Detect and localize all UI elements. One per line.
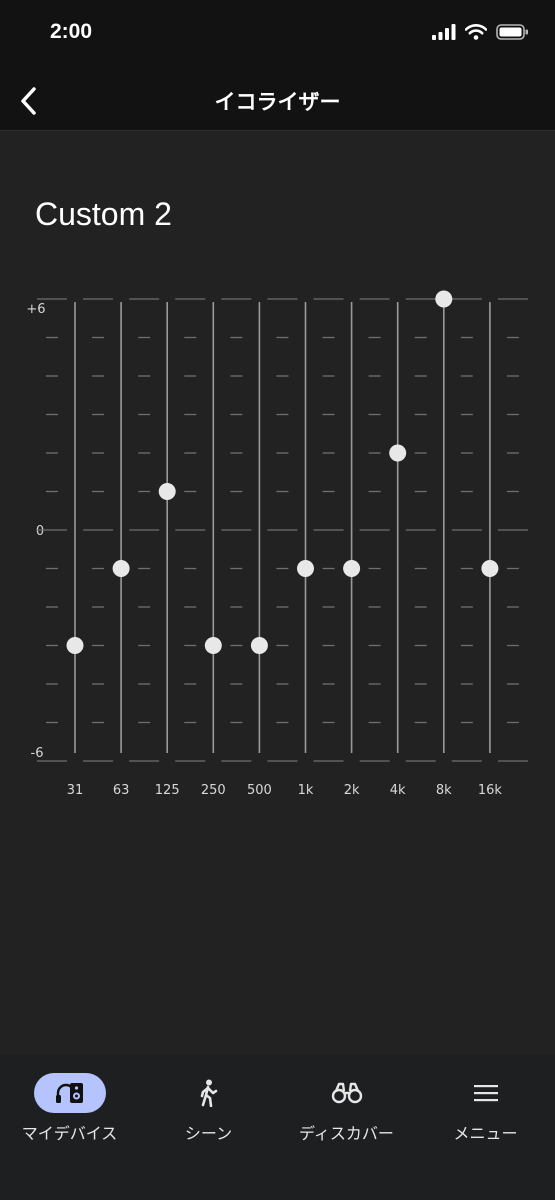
- tab-label: マイデバイス: [21, 1124, 118, 1143]
- headphones-speaker-icon: [55, 1083, 83, 1103]
- tab-label: シーン: [184, 1124, 233, 1143]
- y-axis-label-min: -6: [31, 746, 44, 761]
- y-axis-label-zero: 0: [36, 524, 44, 539]
- y-axis-label-max: +6: [26, 302, 45, 317]
- slider-knob[interactable]: [481, 560, 499, 577]
- slider-knob[interactable]: [158, 483, 176, 500]
- band-label: 4k: [390, 783, 406, 798]
- walking-person-icon: [200, 1079, 217, 1107]
- band-label: 8k: [436, 783, 452, 798]
- band-label: 16k: [478, 783, 503, 798]
- wifi-icon: [465, 24, 487, 40]
- tab-label: メニュー: [453, 1124, 518, 1143]
- slider-knob[interactable]: [250, 637, 268, 654]
- tab-label: ディスカバー: [299, 1124, 394, 1143]
- binoculars-icon: [331, 1082, 362, 1104]
- bottom-nav: マイデバイス シーン ディスカバー メニュー: [0, 1055, 555, 1200]
- slider-knob[interactable]: [112, 560, 130, 577]
- equalizer: +6 0 -6 31 63 125 250 500 1k 2k 4k 8k 16k: [26, 290, 528, 798]
- band-label: 63: [113, 783, 130, 798]
- band-label: 250: [201, 783, 226, 798]
- tab-my-device[interactable]: マイデバイス: [0, 1055, 139, 1165]
- status-time: 2:00: [50, 20, 93, 43]
- band-label: 1k: [298, 783, 314, 798]
- band-label: 125: [155, 783, 180, 798]
- slider-knob[interactable]: [204, 637, 222, 654]
- slider-knob[interactable]: [435, 290, 453, 308]
- band-label: 2k: [344, 783, 360, 798]
- tab-scene[interactable]: シーン: [139, 1055, 278, 1165]
- preset-name: Custom 2: [35, 196, 172, 232]
- signal-icon: [432, 24, 456, 40]
- status-bar: 2:00: [0, 0, 555, 72]
- nav-bar: イコライザー: [0, 72, 555, 131]
- page-title: イコライザー: [214, 90, 341, 114]
- band-label: 500: [247, 783, 272, 798]
- slider-knob[interactable]: [389, 444, 407, 462]
- slider-knob[interactable]: [66, 637, 84, 654]
- tab-discover[interactable]: ディスカバー: [277, 1055, 416, 1165]
- slider-knob[interactable]: [343, 560, 361, 577]
- tab-menu[interactable]: メニュー: [416, 1055, 555, 1165]
- tab-indicator: [33, 1073, 106, 1113]
- battery-icon: [496, 24, 528, 40]
- menu-icon: [473, 1085, 498, 1102]
- status-icons: [432, 24, 529, 40]
- slider-knob[interactable]: [297, 560, 314, 577]
- band-label: 31: [67, 783, 84, 798]
